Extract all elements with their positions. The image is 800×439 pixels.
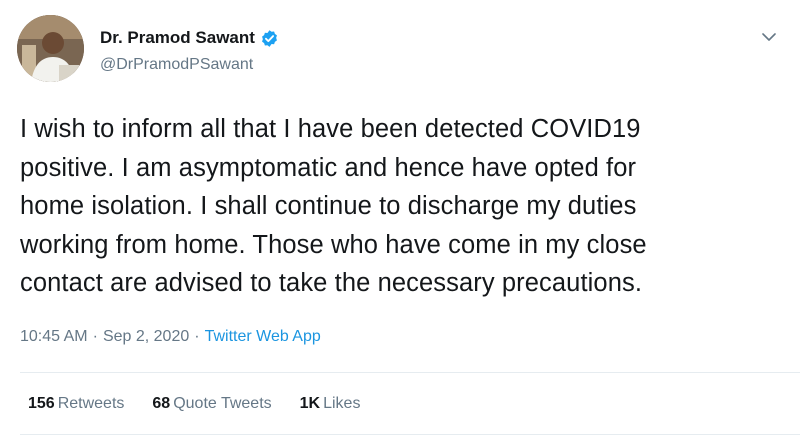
tweet-card: Dr. Pramod Sawant @DrPramodPSawant I wis…: [0, 0, 800, 439]
user-handle[interactable]: @DrPramodPSawant: [100, 56, 253, 74]
tweet-date[interactable]: Sep 2, 2020: [103, 328, 189, 346]
tweet-meta: 10:45 AM · Sep 2, 2020 · Twitter Web App: [20, 328, 321, 346]
author-name-row: Dr. Pramod Sawant: [100, 28, 279, 48]
retweets-count: 156: [28, 395, 55, 412]
quote-tweets-label: Quote Tweets: [173, 395, 272, 412]
tweet-source-link[interactable]: Twitter Web App: [205, 328, 321, 346]
retweets-label: Retweets: [57, 395, 125, 412]
meta-separator: ·: [92, 328, 98, 345]
quote-tweets-stat[interactable]: 68 Quote Tweets: [152, 395, 271, 413]
tweet-time[interactable]: 10:45 AM: [20, 328, 88, 346]
profile-photo-icon: [17, 15, 84, 82]
avatar[interactable]: [17, 15, 84, 82]
display-name[interactable]: Dr. Pramod Sawant: [100, 28, 255, 48]
chevron-down-icon[interactable]: [760, 28, 778, 46]
meta-separator: ·: [194, 328, 200, 345]
tweet-text: I wish to inform all that I have been de…: [20, 115, 647, 297]
divider: [20, 372, 800, 373]
quote-tweets-count: 68: [152, 395, 171, 412]
likes-count: 1K: [299, 395, 321, 412]
divider: [20, 434, 800, 435]
retweets-stat[interactable]: 156 Retweets: [28, 395, 124, 413]
likes-label: Likes: [323, 395, 361, 412]
likes-stat[interactable]: 1K Likes: [300, 395, 361, 413]
engagement-stats: 156 Retweets 68 Quote Tweets 1K Likes: [28, 395, 388, 413]
verified-badge-icon: [261, 29, 277, 47]
